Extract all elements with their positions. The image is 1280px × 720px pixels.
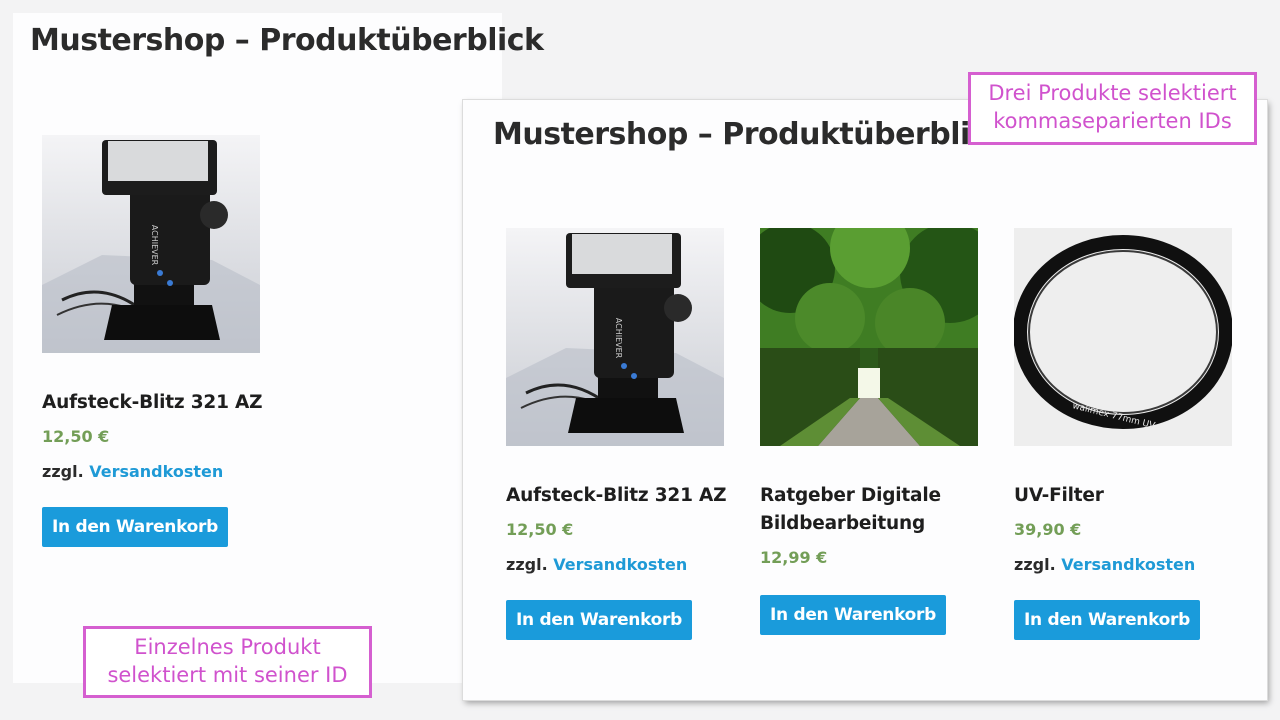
multi-product-panel: Mustershop – Produktüberblick ACHIEVER A…: [463, 100, 1267, 700]
add-to-cart-button[interactable]: In den Warenkorb: [760, 595, 946, 635]
product-name[interactable]: UV-Filter: [1014, 482, 1244, 510]
shipping-costs-link[interactable]: Versandkosten: [89, 462, 223, 481]
product-image-book[interactable]: [760, 228, 978, 446]
shipping-costs-link[interactable]: Versandkosten: [1061, 555, 1195, 574]
add-to-cart-button[interactable]: In den Warenkorb: [1014, 600, 1200, 640]
add-to-cart-button[interactable]: In den Warenkorb: [42, 507, 228, 547]
product-price: 12,99 €: [760, 548, 828, 567]
product-card: Ratgeber Digitale Bildbearbeitung 12,99 …: [760, 228, 978, 635]
product-image-uv-filter[interactable]: walimex 77mm UV: [1014, 228, 1232, 446]
product-image-flash[interactable]: ACHIEVER: [506, 228, 724, 446]
page-title: Mustershop – Produktüberblick: [493, 117, 1007, 152]
product-name[interactable]: Aufsteck-Blitz 321 AZ: [506, 482, 736, 510]
flash-brand-text: ACHIEVER: [614, 318, 623, 359]
callout-single-selection: Einzelnes Produkt selektiert mit seiner …: [83, 626, 372, 698]
flash-brand-text: ACHIEVER: [150, 225, 159, 266]
single-product-panel: Mustershop – Produktüberblick ACHIEVER A…: [13, 13, 544, 683]
product-image-flash[interactable]: ACHIEVER: [42, 135, 260, 353]
product-name[interactable]: Ratgeber Digitale Bildbearbeitung: [760, 482, 960, 538]
product-card: ACHIEVER Aufsteck-Blitz 321 AZ 12,50 € z…: [42, 135, 272, 547]
callout-multi-selection: Drei Produkte selektiert kommaseparierte…: [968, 72, 1257, 145]
shipping-info: zzgl. Versandkosten: [1014, 555, 1244, 574]
product-card: walimex 77mm UV UV-Filter 39,90 € zzgl. …: [1014, 228, 1244, 640]
product-price: 12,50 €: [42, 427, 110, 446]
product-price: 12,50 €: [506, 520, 574, 539]
shipping-info: zzgl. Versandkosten: [42, 462, 272, 481]
page-title: Mustershop – Produktüberblick: [30, 23, 544, 58]
shipping-prefix: zzgl.: [42, 462, 84, 481]
product-name[interactable]: Aufsteck-Blitz 321 AZ: [42, 389, 272, 417]
shipping-prefix: zzgl.: [1014, 555, 1056, 574]
shipping-costs-link[interactable]: Versandkosten: [553, 555, 687, 574]
shipping-prefix: zzgl.: [506, 555, 548, 574]
add-to-cart-button[interactable]: In den Warenkorb: [506, 600, 692, 640]
product-card: ACHIEVER Aufsteck-Blitz 321 AZ 12,50 € z…: [506, 228, 736, 640]
product-price: 39,90 €: [1014, 520, 1082, 539]
shipping-info: zzgl. Versandkosten: [506, 555, 736, 574]
